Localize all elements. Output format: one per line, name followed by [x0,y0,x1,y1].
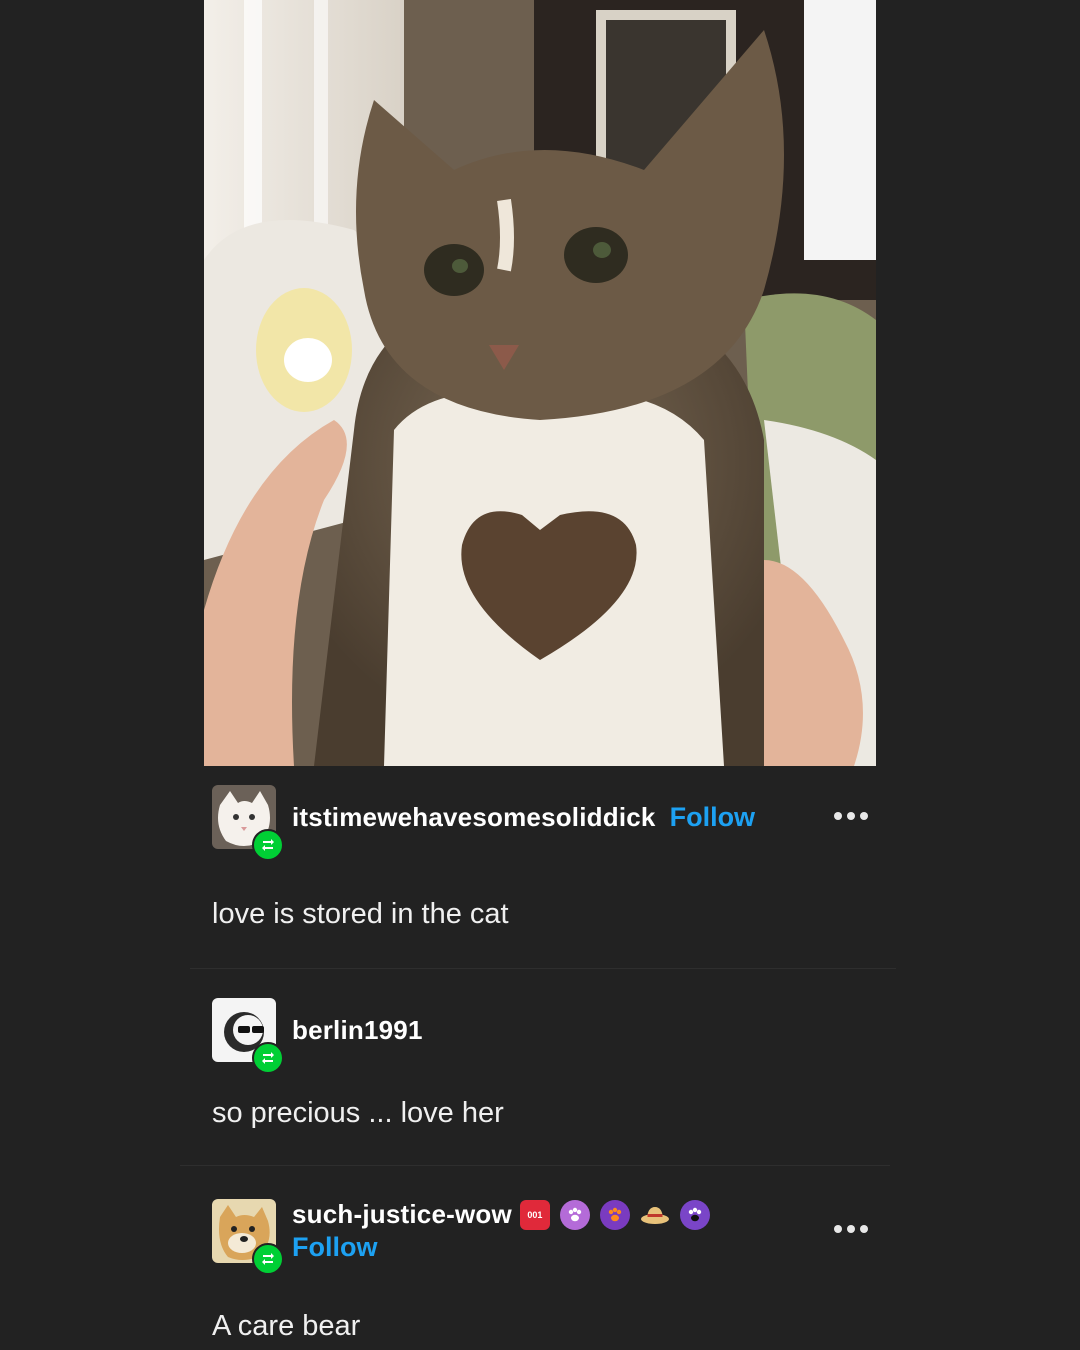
dashboard-feed: itstimewehavesomesoliddick Follow love i… [0,0,1080,1350]
post-text: A care bear [212,1310,361,1342]
post-header-2: berlin1991 [212,997,880,1074]
dot-icon [860,812,868,820]
follow-button[interactable]: Follow [670,802,755,833]
post-text: love is stored in the cat [212,898,509,930]
dot-icon [860,1225,868,1233]
follow-button[interactable]: Follow [292,1232,710,1263]
badge-list: 001 [519,1199,710,1230]
username[interactable]: berlin1991 [292,1015,423,1046]
username[interactable]: such-justice-wow [292,1199,512,1230]
badge-paw-orange-icon[interactable] [599,1199,630,1230]
divider [190,968,896,969]
dot-icon [834,1225,842,1233]
dot-icon [834,812,842,820]
divider [180,1165,890,1166]
dot-icon [847,812,855,820]
reblog-icon [252,1243,284,1275]
badge-straw-hat-icon[interactable] [640,1200,670,1230]
post-header-1: itstimewehavesomesoliddick Follow [212,784,880,861]
post-text: so precious ... love her [212,1097,504,1129]
post-header-3: such-justice-wow 001 Follow [212,1196,880,1275]
more-options-button[interactable] [834,1224,868,1234]
reblog-icon [252,1042,284,1074]
username[interactable]: itstimewehavesomesoliddick [292,802,656,833]
badge-001-icon[interactable]: 001 [519,1199,550,1230]
more-options-button[interactable] [834,811,868,821]
reblog-icon [252,829,284,861]
dot-icon [847,1225,855,1233]
avatar[interactable] [212,785,284,861]
badge-paw-purple-icon[interactable] [679,1199,710,1230]
avatar[interactable] [212,1199,284,1275]
post-photo[interactable] [204,0,876,766]
badge-paw-pink-icon[interactable] [559,1199,590,1230]
avatar[interactable] [212,998,284,1074]
cat-photo-image [204,0,876,766]
